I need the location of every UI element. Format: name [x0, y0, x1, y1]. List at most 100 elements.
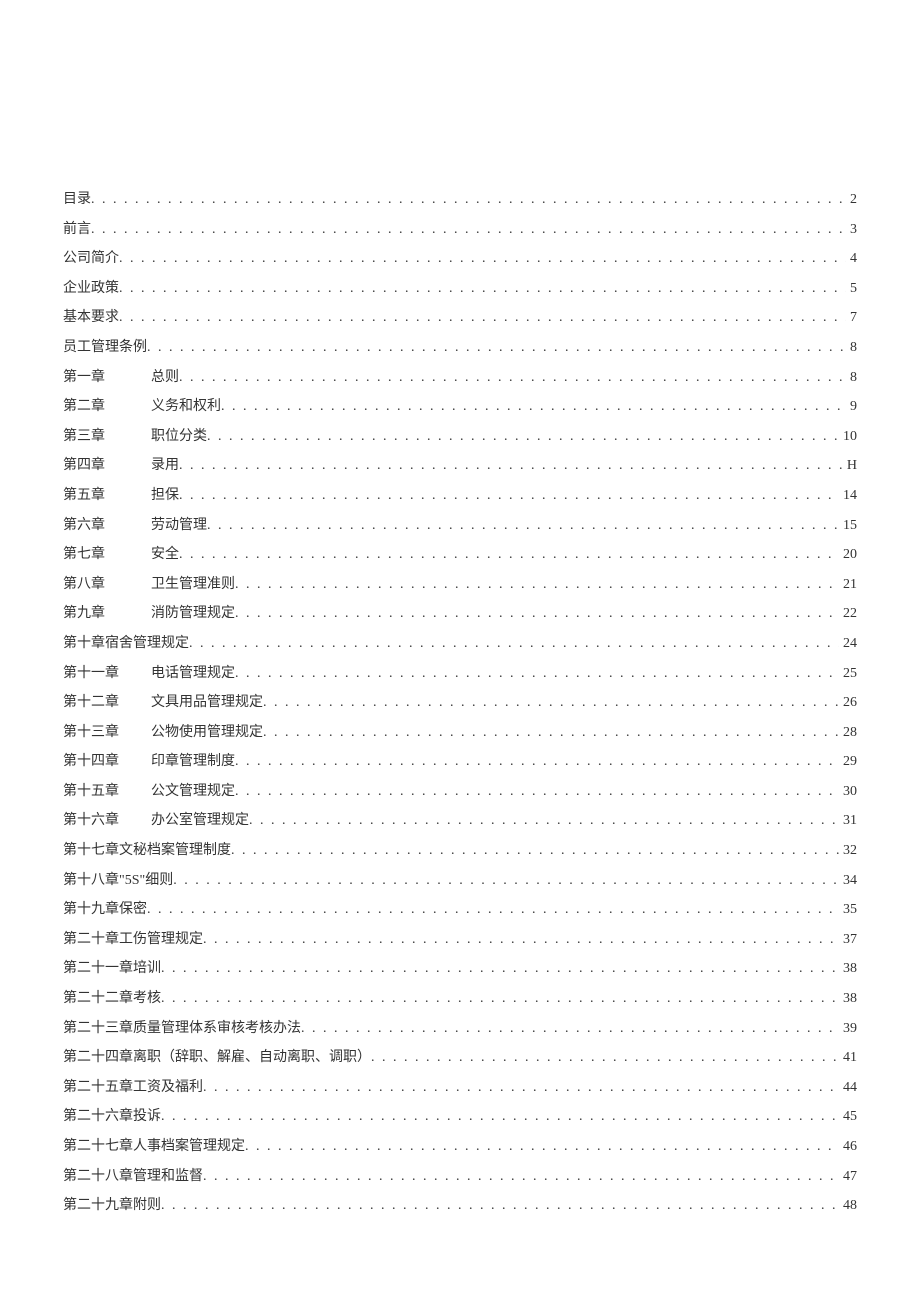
dot-leader	[235, 752, 839, 772]
chapter-title: 员工管理条例	[63, 338, 147, 358]
chapter-title: 企业政策	[63, 279, 119, 299]
page-number: 7	[846, 308, 857, 328]
toc-entry: 第六章劳动管理15	[63, 516, 857, 536]
page-number: 31	[839, 811, 857, 831]
page-number: 37	[839, 930, 857, 950]
page-number: 39	[839, 1019, 857, 1039]
chapter-title: 前言	[63, 220, 91, 240]
page-number: 3	[846, 220, 857, 240]
chapter-label: 第三章	[63, 427, 151, 447]
page-number: 5	[846, 279, 857, 299]
dot-leader	[161, 959, 839, 979]
chapter-title: 第二十章工伤管理规定	[63, 930, 203, 950]
page-number: 38	[839, 959, 857, 979]
toc-entry: 第十二章文具用品管理规定26	[63, 693, 857, 713]
dot-leader	[263, 693, 839, 713]
chapter-title: 基本要求	[63, 308, 119, 328]
dot-leader	[235, 782, 839, 802]
toc-entry: 第十四章印章管理制度29	[63, 752, 857, 772]
dot-leader	[235, 575, 839, 595]
page-number: 41	[839, 1048, 857, 1068]
chapter-label: 第五章	[63, 486, 151, 506]
toc-entry: 第二十四章离职（辞职、解雇、自动离职、调职） 41	[63, 1048, 857, 1068]
dot-leader	[91, 220, 846, 240]
dot-leader	[119, 279, 846, 299]
page-number: 29	[839, 752, 857, 772]
chapter-title: 义务和权利	[151, 397, 221, 417]
toc-entry: 第十五章公文管理规定30	[63, 782, 857, 802]
chapter-title: 电话管理规定	[151, 664, 235, 684]
toc-entry: 第二十一章培训 38	[63, 959, 857, 979]
dot-leader	[161, 1196, 839, 1216]
chapter-title: 职位分类	[151, 427, 207, 447]
page-number: 48	[839, 1196, 857, 1216]
page-number: 20	[839, 545, 857, 565]
chapter-label: 第十三章	[63, 723, 151, 743]
page-number: 38	[839, 989, 857, 1009]
dot-leader	[161, 989, 839, 1009]
toc-entry: 第九章消防管理规定22	[63, 604, 857, 624]
dot-leader	[203, 1167, 839, 1187]
dot-leader	[249, 811, 839, 831]
chapter-label: 第四章	[63, 456, 151, 476]
toc-entry: 员工管理条例8	[63, 338, 857, 358]
toc-entry: 第二十九章附则48	[63, 1196, 857, 1216]
page-number: 47	[839, 1167, 857, 1187]
toc-entry: 第二十六章投诉45	[63, 1107, 857, 1127]
chapter-label: 第二章	[63, 397, 151, 417]
chapter-title: 第十章宿舍管理规定	[63, 634, 189, 654]
toc-entry: 基本要求 7	[63, 308, 857, 328]
chapter-title: 目录	[63, 190, 91, 210]
page-number: 46	[839, 1137, 857, 1157]
dot-leader	[203, 930, 839, 950]
dot-leader	[263, 723, 839, 743]
chapter-title: 劳动管理	[151, 516, 207, 536]
page-number: 21	[839, 575, 857, 595]
page-number: 35	[839, 900, 857, 920]
chapter-title: 安全	[151, 545, 179, 565]
dot-leader	[301, 1019, 839, 1039]
toc-entry: 第三章职位分类 10	[63, 427, 857, 447]
dot-leader	[173, 871, 839, 891]
page-number: 26	[839, 693, 857, 713]
page-number: 9	[846, 397, 857, 417]
page-number: H	[843, 456, 857, 476]
chapter-title: 第十八章"5S"细则	[63, 871, 173, 891]
page-number: 32	[839, 841, 857, 861]
toc-entry: 前言 3	[63, 220, 857, 240]
chapter-title: 录用	[151, 456, 179, 476]
dot-leader	[179, 456, 843, 476]
toc-entry: 第二十二章考核38	[63, 989, 857, 1009]
toc-entry: 第十一章电话管理规定25	[63, 664, 857, 684]
chapter-label: 第一章	[63, 368, 151, 388]
page-number: 22	[839, 604, 857, 624]
chapter-title: 办公室管理规定	[151, 811, 249, 831]
chapter-title: 第二十五章工资及福利	[63, 1078, 203, 1098]
page-number: 14	[839, 486, 857, 506]
dot-leader	[245, 1137, 839, 1157]
toc-entry: 第二十章工伤管理规定 37	[63, 930, 857, 950]
toc-entry: 第二十八章管理和监督47	[63, 1167, 857, 1187]
page-number: 15	[839, 516, 857, 536]
dot-leader	[207, 427, 839, 447]
chapter-title: 公文管理规定	[151, 782, 235, 802]
dot-leader	[235, 604, 839, 624]
page-number: 34	[839, 871, 857, 891]
toc-entry: 第二十五章工资及福利44	[63, 1078, 857, 1098]
chapter-title: 第二十四章离职（辞职、解雇、自动离职、调职）	[63, 1048, 371, 1068]
page-number: 10	[839, 427, 857, 447]
dot-leader	[371, 1048, 839, 1068]
toc-entry: 第八章卫生管理准则21	[63, 575, 857, 595]
dot-leader	[119, 249, 846, 269]
dot-leader	[91, 190, 846, 210]
page-number: 2	[846, 190, 857, 210]
chapter-title: 担保	[151, 486, 179, 506]
dot-leader	[203, 1078, 839, 1098]
chapter-label: 第九章	[63, 604, 151, 624]
chapter-title: 第二十一章培训	[63, 959, 161, 979]
dot-leader	[161, 1107, 839, 1127]
chapter-title: 印章管理制度	[151, 752, 235, 772]
dot-leader	[207, 516, 839, 536]
dot-leader	[231, 841, 839, 861]
toc-entry: 第十七章文秘档案管理制度32	[63, 841, 857, 861]
